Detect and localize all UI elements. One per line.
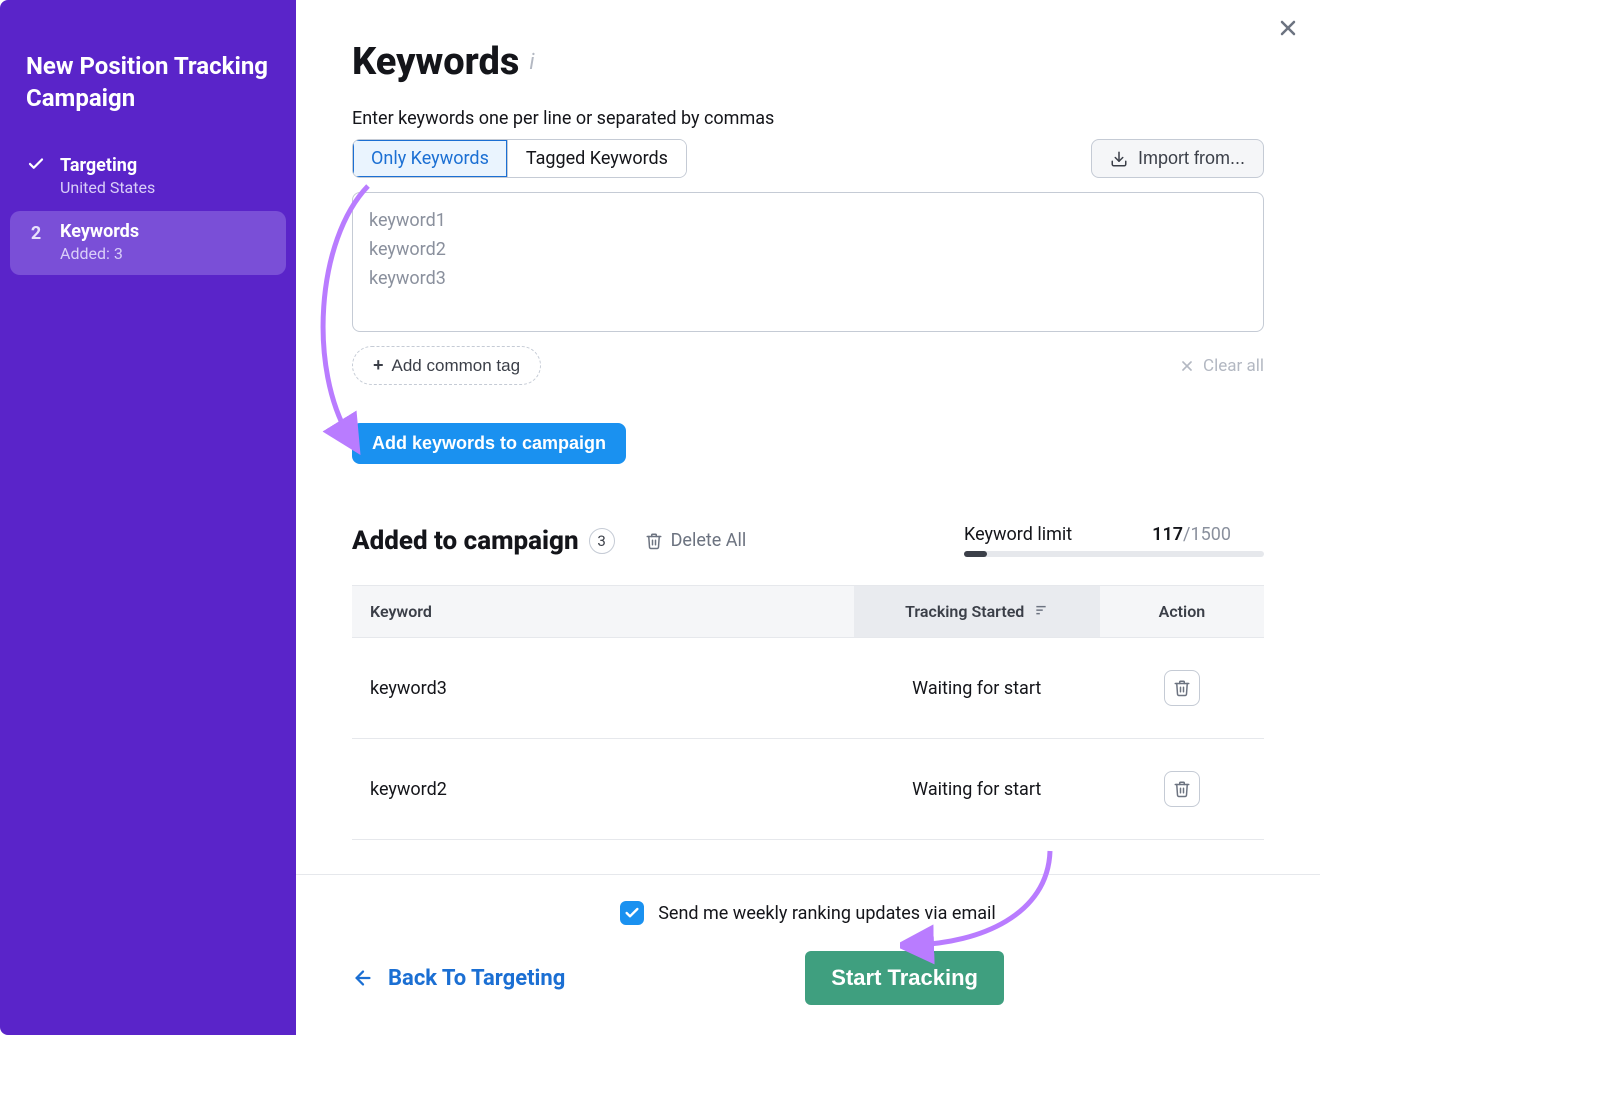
download-icon — [1110, 150, 1128, 168]
checkbox-label: Send me weekly ranking updates via email — [658, 903, 996, 924]
weekly-updates-checkbox[interactable] — [620, 901, 644, 925]
info-icon[interactable]: i — [529, 50, 534, 75]
start-tracking-button[interactable]: Start Tracking — [805, 951, 1004, 1005]
page-title: Keywords i — [352, 40, 1264, 84]
delete-all-label: Delete All — [671, 530, 747, 551]
page-subtitle: Enter keywords one per line or separated… — [352, 108, 1264, 129]
step-number: 2 — [26, 221, 46, 246]
close-icon — [1179, 358, 1195, 374]
limit-progress-fill — [964, 551, 987, 557]
page-title-text: Keywords — [352, 40, 519, 84]
back-to-targeting-link[interactable]: Back To Targeting — [352, 966, 565, 991]
wizard-sidebar: New Position Tracking Campaign Targeting… — [0, 0, 296, 1035]
limit-progress-bar — [964, 551, 1264, 557]
trash-icon — [1173, 780, 1191, 798]
step-title: Keywords — [60, 221, 139, 242]
step-title: Targeting — [60, 155, 155, 176]
sidebar-title: New Position Tracking Campaign — [10, 50, 286, 145]
arrow-left-icon — [352, 967, 374, 989]
col-action: Action — [1100, 586, 1264, 638]
cell-keyword: keyword3 — [352, 638, 854, 739]
sort-desc-icon — [1034, 602, 1048, 621]
check-icon — [26, 155, 46, 180]
trash-icon — [1173, 679, 1191, 697]
clear-all-button[interactable]: Clear all — [1179, 356, 1264, 376]
limit-value: 117/1500 — [1152, 524, 1231, 545]
delete-row-button[interactable] — [1164, 670, 1200, 706]
keyword-limit: Keyword limit 117/1500 — [964, 524, 1264, 557]
campaign-count-badge: 3 — [589, 528, 615, 554]
scroll-area[interactable]: Keywords i Enter keywords one per line o… — [296, 0, 1320, 874]
seg-only-keywords[interactable]: Only Keywords — [353, 140, 507, 177]
cell-action — [1100, 739, 1264, 840]
col-keyword[interactable]: Keyword — [352, 586, 854, 638]
add-tag-label: Add common tag — [392, 356, 521, 376]
delete-row-button[interactable] — [1164, 771, 1200, 807]
cell-tracking: Waiting for start — [854, 638, 1100, 739]
main-panel: Keywords i Enter keywords one per line o… — [296, 0, 1320, 1035]
check-icon — [624, 905, 640, 921]
close-button[interactable] — [1270, 10, 1306, 46]
cell-action — [1100, 638, 1264, 739]
trash-icon — [645, 532, 663, 550]
import-button-label: Import from... — [1138, 148, 1245, 169]
step-sub: United States — [60, 178, 155, 197]
keywords-table: Keyword Tracking Started Action keyword3… — [352, 585, 1264, 840]
keywords-textarea[interactable]: keyword1 keyword2 keyword3 — [352, 192, 1264, 332]
close-icon — [1276, 16, 1300, 40]
clear-all-label: Clear all — [1203, 356, 1264, 376]
table-row: keyword3Waiting for start — [352, 638, 1264, 739]
plus-icon: + — [373, 355, 384, 376]
cell-keyword: keyword2 — [352, 739, 854, 840]
table-row: keyword2Waiting for start — [352, 739, 1264, 840]
delete-all-button[interactable]: Delete All — [645, 530, 747, 551]
keyword-mode-toggle: Only Keywords Tagged Keywords — [352, 139, 687, 178]
cell-tracking: Waiting for start — [854, 739, 1100, 840]
col-tracking[interactable]: Tracking Started — [854, 586, 1100, 638]
import-button[interactable]: Import from... — [1091, 139, 1264, 178]
limit-label: Keyword limit — [964, 524, 1072, 545]
campaign-title: Added to campaign — [352, 526, 579, 556]
add-keywords-button[interactable]: Add keywords to campaign — [352, 423, 626, 464]
seg-tagged-keywords[interactable]: Tagged Keywords — [507, 140, 686, 177]
footer-bar: Send me weekly ranking updates via email… — [296, 874, 1320, 1035]
sidebar-step-keywords[interactable]: 2 Keywords Added: 3 — [10, 211, 286, 275]
back-link-label: Back To Targeting — [388, 966, 565, 991]
sidebar-step-targeting[interactable]: Targeting United States — [10, 145, 286, 209]
step-sub: Added: 3 — [60, 244, 139, 263]
add-common-tag-button[interactable]: + Add common tag — [352, 346, 541, 385]
